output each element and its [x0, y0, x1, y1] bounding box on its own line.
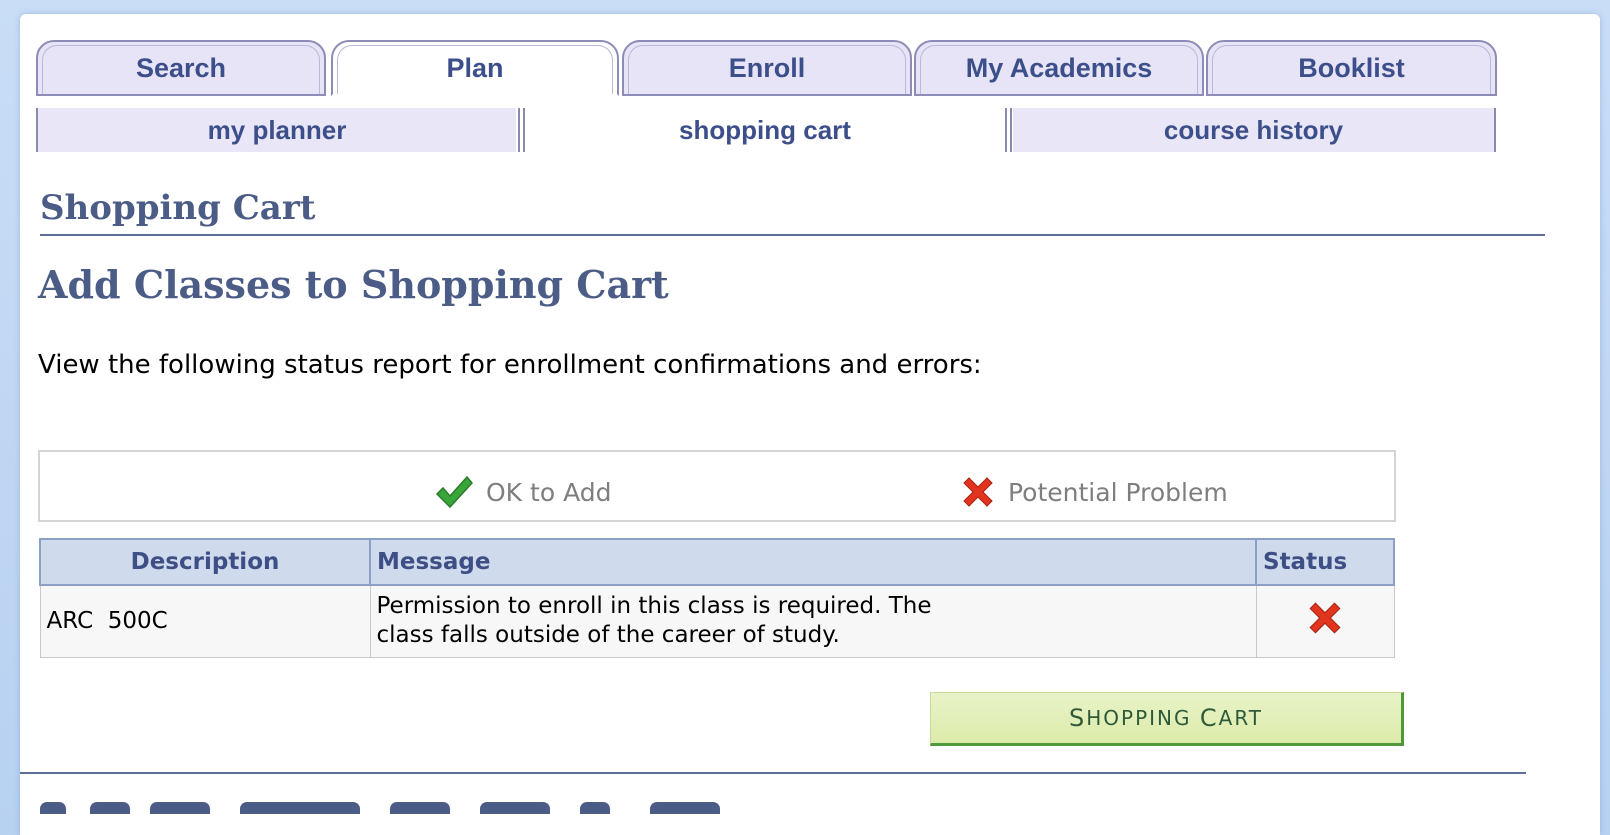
page-title: Add Classes to Shopping Cart [38, 262, 669, 307]
subtab-shopping-cart[interactable]: shopping cart [526, 108, 1004, 152]
button-label-part: S [1069, 704, 1087, 732]
tab-label: Search [135, 52, 227, 83]
footer-divider [20, 772, 1526, 774]
tab-label: Booklist [1298, 52, 1405, 83]
table-row: ARC 500C Permission to enroll in this cl… [39, 584, 1395, 658]
tab-label: Plan [446, 52, 504, 83]
legend-ok-label: OK to Add [486, 477, 612, 507]
column-header-description: Description [39, 538, 371, 586]
button-label-part: C [1199, 704, 1219, 732]
window-frame: Search Plan Enroll My Academics Booklist… [0, 0, 1610, 835]
message-line: Permission to enroll in this class is re… [376, 593, 932, 620]
row-message: Permission to enroll in this class is re… [369, 584, 1257, 658]
subtab-separator [1005, 108, 1007, 152]
subtab-label: shopping cart [679, 114, 851, 145]
button-label-part: ART [1218, 706, 1263, 730]
section-divider [40, 234, 1545, 236]
legend-problem: Potential Problem [960, 472, 1228, 512]
subtab-label: course history [1163, 114, 1344, 145]
tab-label: Enroll [728, 52, 806, 83]
column-header-message: Message [369, 538, 1257, 586]
subtab-course-history[interactable]: course history [1013, 108, 1494, 152]
tab-enroll[interactable]: Enroll [622, 40, 912, 96]
red-x-icon [963, 477, 993, 507]
subtab-separator [518, 108, 520, 152]
subtab-separator [1010, 108, 1012, 152]
tab-my-academics[interactable]: My Academics [914, 40, 1204, 96]
legend-problem-label: Potential Problem [1008, 477, 1228, 507]
legend-ok: OK to Add [434, 472, 611, 512]
subtab-label: my planner [207, 114, 347, 145]
green-check-icon [435, 475, 473, 509]
message-line: class falls outside of the career of stu… [376, 622, 840, 649]
row-description: ARC 500C [39, 584, 371, 658]
tab-search[interactable]: Search [36, 40, 326, 96]
subtab-separator [1494, 108, 1496, 152]
tab-booklist[interactable]: Booklist [1206, 40, 1497, 96]
table-header-row: Description Message Status [39, 538, 1395, 586]
button-label-part: HOPPING [1086, 706, 1200, 730]
tab-label: My Academics [965, 52, 1153, 83]
status-legend: OK to Add Potential Problem [38, 450, 1396, 522]
instructions-text: View the following status report for enr… [38, 350, 982, 380]
shopping-cart-button[interactable]: S HOPPING C ART [930, 692, 1404, 746]
column-header-status: Status [1255, 538, 1395, 586]
subtab-separator [523, 108, 525, 152]
row-status [1255, 584, 1395, 658]
tab-plan[interactable]: Plan [331, 40, 619, 96]
red-x-icon [1309, 602, 1341, 634]
cut-off-heading [40, 800, 730, 814]
section-title: Shopping Cart [40, 188, 316, 228]
status-table: Description Message Status ARC 500C Perm… [39, 538, 1395, 658]
subtab-my-planner[interactable]: my planner [38, 108, 516, 152]
